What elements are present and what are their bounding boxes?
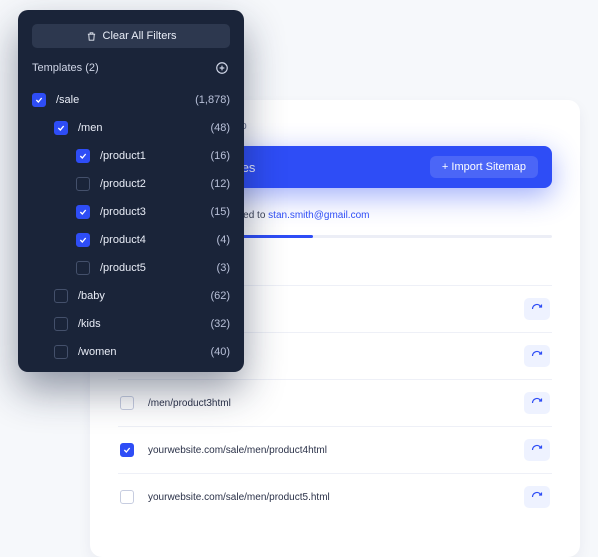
clear-filters-label: Clear All Filters — [103, 30, 177, 42]
tree-item-label: /sale — [56, 94, 195, 106]
row-url: /men/product3html — [148, 398, 524, 409]
tree-item-label: /product2 — [100, 178, 210, 190]
tree-item-label: /product4 — [100, 234, 217, 246]
reload-button[interactable] — [524, 486, 550, 508]
tree-item[interactable]: /baby(62) — [32, 282, 230, 310]
trash-icon — [86, 31, 97, 42]
filter-sidebar: Clear All Filters Templates (2) /sale(1,… — [18, 10, 244, 372]
row-url: yourwebsite.com/sale/men/product4html — [148, 445, 524, 456]
import-sitemap-button[interactable]: Import Sitemap — [430, 156, 538, 178]
tree-item[interactable]: /product3(15) — [32, 198, 230, 226]
tree-checkbox[interactable] — [76, 205, 90, 219]
tree-checkbox[interactable] — [54, 121, 68, 135]
tree-item[interactable]: /product4(4) — [32, 226, 230, 254]
tree-item-label: /product5 — [100, 262, 217, 274]
tree-item-count: (32) — [210, 318, 230, 330]
tree-checkbox[interactable] — [76, 261, 90, 275]
tree-checkbox[interactable] — [54, 345, 68, 359]
url-row: yourwebsite.com/sale/men/product4html — [118, 426, 552, 473]
tree-checkbox[interactable] — [54, 317, 68, 331]
tree-item-count: (1,878) — [195, 94, 230, 106]
url-row: yourwebsite.com/sale/men/product5.html — [118, 473, 552, 520]
plus-circle-icon — [215, 61, 229, 75]
row-checkbox[interactable] — [120, 443, 134, 457]
tree-item-label: /baby — [78, 290, 210, 302]
tree-item-count: (48) — [210, 122, 230, 134]
reload-button[interactable] — [524, 345, 550, 367]
tree-checkbox[interactable] — [76, 149, 90, 163]
tree-item-label: /kids — [78, 318, 210, 330]
templates-label: Templates (2) — [32, 62, 99, 74]
tree-item-count: (4) — [217, 234, 230, 246]
reload-icon — [531, 303, 543, 315]
tree-item-count: (62) — [210, 290, 230, 302]
tree-item-count: (3) — [217, 262, 230, 274]
reload-button[interactable] — [524, 298, 550, 320]
tree-checkbox[interactable] — [54, 289, 68, 303]
tree-item-label: /men — [78, 122, 210, 134]
reload-icon — [531, 350, 543, 362]
tree-item[interactable]: /product2(12) — [32, 170, 230, 198]
tree-item[interactable]: /women(40) — [32, 338, 230, 366]
tree-item-count: (15) — [210, 206, 230, 218]
reload-icon — [531, 444, 543, 456]
tree-item-count: (40) — [210, 346, 230, 358]
tree-checkbox[interactable] — [32, 93, 46, 107]
tree-checkbox[interactable] — [76, 233, 90, 247]
tree-item-label: /product1 — [100, 150, 210, 162]
row-url: yourwebsite.com/sale/men/product5.html — [148, 492, 524, 503]
tree-item-label: /women — [78, 346, 210, 358]
reload-icon — [531, 491, 543, 503]
notice-email-link[interactable]: stan.smith@gmail.com — [268, 210, 369, 221]
row-checkbox[interactable] — [120, 490, 134, 504]
tree-item[interactable]: /men(48) — [32, 114, 230, 142]
tree-item[interactable]: /product1(16) — [32, 142, 230, 170]
row-checkbox[interactable] — [120, 396, 134, 410]
add-template-button[interactable] — [214, 60, 230, 76]
tree-item[interactable]: /sale(1,878) — [32, 86, 230, 114]
reload-button[interactable] — [524, 439, 550, 461]
tree-item[interactable]: /product5(3) — [32, 254, 230, 282]
clear-filters-button[interactable]: Clear All Filters — [32, 24, 230, 48]
tree-item-count: (12) — [210, 178, 230, 190]
url-row: /men/product3html — [118, 379, 552, 426]
tree-item-count: (16) — [210, 150, 230, 162]
tree-item-label: /product3 — [100, 206, 210, 218]
reload-button[interactable] — [524, 392, 550, 414]
tree-item[interactable]: /kids(32) — [32, 310, 230, 338]
templates-section-header: Templates (2) — [32, 60, 230, 76]
tree-checkbox[interactable] — [76, 177, 90, 191]
reload-icon — [531, 397, 543, 409]
